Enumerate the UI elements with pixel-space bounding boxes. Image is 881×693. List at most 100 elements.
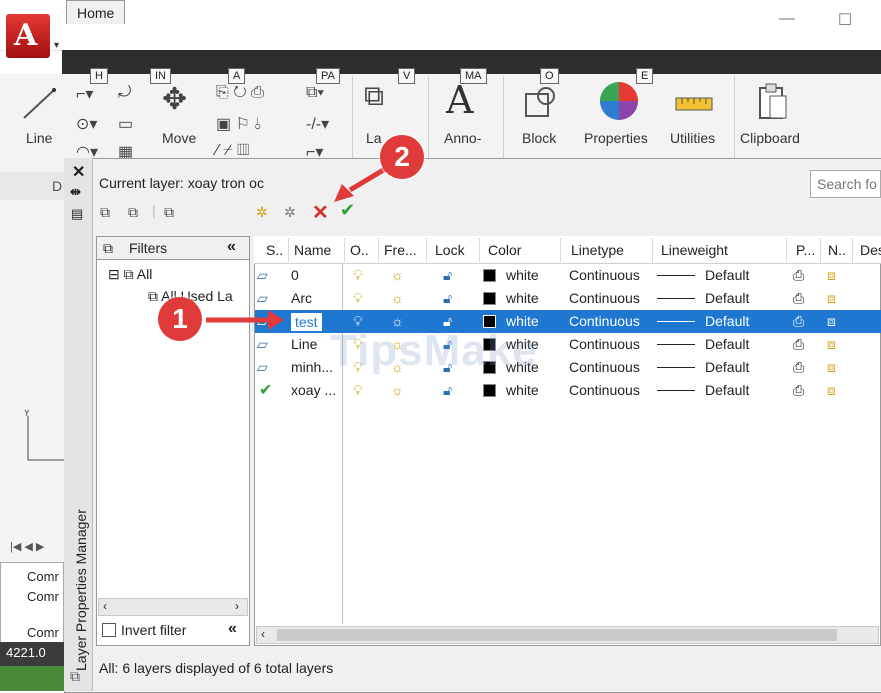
column-lineweight[interactable]: Lineweight [661, 242, 728, 258]
column-divider[interactable] [378, 238, 379, 262]
column-color[interactable]: Color [488, 242, 521, 258]
column-divider[interactable] [288, 238, 289, 262]
polyline-icon[interactable]: ⌐▾ [76, 84, 93, 104]
explode-icon[interactable]: -/-▾ [306, 114, 329, 134]
layer-linetype[interactable]: Continuous [569, 382, 640, 398]
layer-row[interactable]: ✔ xoay ... 💡︎ ☼ 🔓︎ white Continuous Default ⎙ ⧈ [255, 379, 881, 402]
invert-filter-checkbox[interactable]: Invert filter [102, 622, 186, 638]
move-button[interactable]: Move [162, 130, 196, 146]
layer-status-icon[interactable]: ▱ [257, 267, 268, 284]
layer-color[interactable]: white [506, 382, 539, 398]
layer-name[interactable]: xoay ... [291, 382, 336, 398]
new-property-filter-icon[interactable]: ⧉ [100, 204, 110, 221]
column-divider[interactable] [652, 238, 653, 262]
layer-lineweight[interactable]: Default [705, 359, 749, 375]
copy-icon[interactable]: ⎘ ↻ ⎙ [216, 84, 264, 102]
column-status[interactable]: S.. [266, 242, 283, 258]
scroll-thumb[interactable] [277, 629, 837, 641]
new-group-filter-icon[interactable]: ⧉ [128, 204, 138, 221]
unlock-icon[interactable]: 🔓︎ [443, 382, 452, 399]
column-divider[interactable] [786, 238, 787, 262]
palette-menu-icon[interactable]: ▤ [71, 206, 83, 222]
layer-linetype[interactable]: Continuous [569, 267, 640, 283]
column-plot[interactable]: P... [796, 242, 815, 258]
column-divider[interactable] [344, 238, 345, 262]
minimize-button[interactable]: — [772, 10, 802, 30]
tab-annotate[interactable]: Annotate [205, 4, 261, 20]
layer-row[interactable]: ▱ Arc 💡︎ ☼ 🔓︎ white Continuous Default ⎙ ⧈ [255, 287, 881, 310]
annotation-button[interactable]: Anno- [444, 130, 481, 146]
auto-hide-icon[interactable]: ⇹ [70, 184, 81, 200]
palette-title-strip[interactable]: ✕ ⇹ ▤ Layer Properties Manager ⧉ [64, 158, 93, 691]
layer-linetype[interactable]: Continuous [569, 336, 640, 352]
column-freeze[interactable]: Fre... [384, 242, 417, 258]
column-divider[interactable] [479, 238, 480, 262]
mirror-icon[interactable]: ▣ ⚐ ⫰ [216, 114, 261, 134]
scroll-left-icon[interactable]: ‹ [261, 627, 265, 641]
layer-name[interactable]: test [291, 313, 322, 331]
utilities-icon[interactable] [674, 92, 714, 114]
color-swatch[interactable] [483, 292, 496, 305]
column-linetype[interactable]: Linetype [571, 242, 624, 258]
properties-icon[interactable] [598, 80, 640, 122]
vp-freeze-icon[interactable]: ⧈ [827, 313, 836, 330]
layer-linetype[interactable]: Continuous [569, 313, 640, 329]
tab-view[interactable]: View [388, 4, 418, 20]
circle-icon[interactable]: ⊙▾ [76, 114, 97, 134]
printer-icon[interactable]: ⎙ [793, 267, 804, 284]
layout-tabs-nav[interactable]: |◀ ◀ ▶ [10, 540, 44, 553]
vp-freeze-icon[interactable]: ⧈ [827, 359, 836, 376]
vp-freeze-icon[interactable]: ⧈ [827, 382, 836, 399]
tab-home[interactable]: Home [66, 0, 126, 24]
column-divider[interactable] [560, 238, 561, 262]
printer-icon[interactable]: ⎙ [793, 359, 804, 376]
color-swatch[interactable] [483, 269, 496, 282]
layer-name[interactable]: Line [291, 336, 317, 352]
rotate-icon[interactable]: ⤾ [118, 84, 131, 102]
new-layer-icon[interactable]: ✲ [256, 204, 268, 221]
close-icon[interactable]: ✕ [72, 162, 85, 182]
lightbulb-icon[interactable]: 💡︎ [353, 290, 363, 307]
array-icon[interactable]: ⧉▾ [306, 84, 324, 102]
lightbulb-icon[interactable]: 💡︎ [353, 267, 363, 284]
tab-parametric[interactable]: Parametric [293, 4, 361, 20]
line-icon[interactable] [20, 86, 60, 122]
move-icon[interactable]: ✥ [162, 82, 187, 117]
layer-states-manager-icon[interactable]: ⧉ [164, 204, 174, 221]
column-divider[interactable] [426, 238, 427, 262]
layers-icon[interactable]: ⧉ [364, 80, 384, 113]
layer-row[interactable]: ▱ 0 💡︎ ☼ 🔓︎ white Continuous Default ⎙ ⧈ [255, 264, 881, 287]
scroll-right-icon[interactable]: › [235, 599, 239, 613]
column-divider[interactable] [820, 238, 821, 262]
unlock-icon[interactable]: 🔓︎ [443, 290, 452, 307]
lightbulb-icon[interactable]: 💡︎ [353, 382, 363, 399]
column-new-vp-freeze[interactable]: N.. [828, 242, 846, 258]
column-name[interactable]: Name [294, 242, 331, 258]
application-menu-button[interactable]: A ▾ [6, 14, 59, 58]
column-divider[interactable] [852, 238, 853, 262]
checkbox-box[interactable] [102, 623, 116, 637]
layer-lineweight[interactable]: Default [705, 336, 749, 352]
tab-output[interactable]: Output [525, 4, 567, 20]
tab-manage[interactable]: Manage [445, 4, 496, 20]
tab-insert[interactable]: Insert [142, 4, 177, 20]
column-on[interactable]: O.. [350, 242, 369, 258]
layer-lineweight[interactable]: Default [705, 382, 749, 398]
vp-freeze-icon[interactable]: ⧈ [827, 267, 836, 284]
layer-linetype[interactable]: Continuous [569, 290, 640, 306]
annotation-icon[interactable]: A [446, 78, 473, 122]
clipboard-button[interactable]: Clipboard [740, 130, 800, 146]
layer-lineweight[interactable]: Default [705, 290, 749, 306]
layer-status-icon[interactable]: ▱ [257, 359, 268, 376]
sun-icon[interactable]: ☼ [391, 290, 404, 306]
printer-icon[interactable]: ⎙ [793, 313, 804, 330]
printer-icon[interactable]: ⎙ [793, 336, 804, 353]
layer-name[interactable]: Arc [291, 290, 312, 306]
collapse-filters-bottom-button[interactable]: « [228, 620, 237, 638]
properties-button[interactable]: Properties [584, 130, 648, 146]
layer-lineweight[interactable]: Default [705, 313, 749, 329]
color-swatch[interactable] [483, 384, 496, 397]
utilities-button[interactable]: Utilities [670, 130, 715, 146]
printer-icon[interactable]: ⎙ [793, 382, 804, 399]
sun-icon[interactable]: ☼ [391, 382, 404, 398]
